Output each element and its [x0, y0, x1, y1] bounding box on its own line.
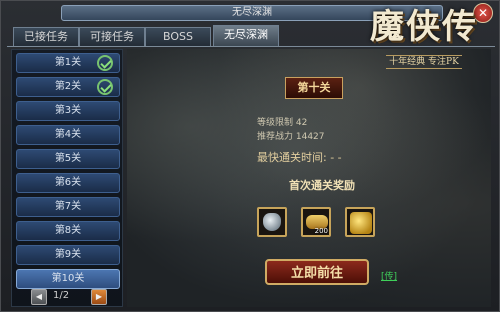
level-item-10[interactable]: 第10关 [16, 269, 120, 289]
recommended-power: 推荐战力 14427 [257, 132, 325, 142]
reward-title: 首次通关奖励 [289, 179, 355, 192]
fastest-clear-time: 最快通关时间: - - [257, 151, 342, 164]
page-indicator: 1/2 [53, 290, 70, 301]
level-label: 第6关 [54, 177, 82, 188]
level-item-2[interactable]: 第2关 [16, 77, 120, 97]
logo-subtitle: 十年经典 专注PK [386, 55, 462, 69]
tab-endless-abyss[interactable]: 无尽深渊 [213, 25, 279, 46]
next-page-button[interactable]: ▶ [91, 289, 107, 305]
level-label: 第2关 [54, 81, 82, 92]
level-list: 第1关 第2关 第3关 第4关 第5关 第6关 第7关 第8关 第9关 第10关 [11, 49, 123, 307]
level-item-3[interactable]: 第3关 [16, 101, 120, 121]
level-label: 第3关 [54, 105, 82, 116]
reward-qty: 200 [314, 227, 328, 235]
level-item-8[interactable]: 第8关 [16, 221, 120, 241]
pager: ◀ 1/2 ▶ [11, 289, 123, 305]
level-label: 第8关 [54, 225, 82, 236]
level-label: 第5关 [54, 153, 82, 164]
stage-title: 第十关 [285, 77, 343, 99]
level-label: 第10关 [51, 273, 85, 284]
teleport-link[interactable]: [传] [381, 269, 397, 282]
level-item-5[interactable]: 第5关 [16, 149, 120, 169]
level-item-6[interactable]: 第6关 [16, 173, 120, 193]
level-item-1[interactable]: 第1关 [16, 53, 120, 73]
level-limit: 等级限制 42 [257, 118, 308, 128]
level-label: 第1关 [54, 57, 82, 68]
check-icon [97, 55, 113, 71]
window-frame: 无尽深渊 ✕ 已接任务 可接任务 BOSS 无尽深渊 第1关 第2关 第3关 第… [0, 0, 500, 312]
prev-page-button[interactable]: ◀ [31, 289, 47, 305]
game-logo: 魔侠传 十年经典 专注PK [359, 5, 489, 85]
gold-ingot-icon [350, 212, 372, 234]
check-icon [97, 79, 113, 95]
level-item-7[interactable]: 第7关 [16, 197, 120, 217]
go-now-button[interactable]: 立即前往 [265, 259, 369, 285]
logo-title: 魔侠传 [370, 7, 478, 47]
level-item-4[interactable]: 第4关 [16, 125, 120, 145]
reward-slot-2[interactable]: 200 [301, 207, 331, 237]
level-label: 第9关 [54, 249, 82, 260]
tab-accepted-quests[interactable]: 已接任务 [13, 27, 79, 46]
level-label: 第7关 [54, 201, 82, 212]
tab-boss[interactable]: BOSS [145, 27, 211, 46]
wolf-mount-icon [263, 213, 281, 231]
level-item-9[interactable]: 第9关 [16, 245, 120, 265]
reward-slot-1[interactable] [257, 207, 287, 237]
reward-slot-3[interactable] [345, 207, 375, 237]
level-label: 第4关 [54, 129, 82, 140]
tab-available-quests[interactable]: 可接任务 [79, 27, 145, 46]
